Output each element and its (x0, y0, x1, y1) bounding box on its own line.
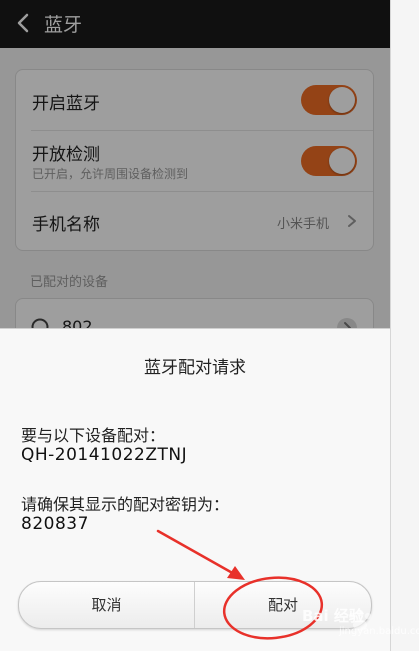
watermark-url: jingyan.baidu.com (339, 626, 419, 637)
annotation-layer (156, 529, 324, 640)
red-arrow-annotation (156, 529, 245, 580)
watermark-brand: Bai 经验 (302, 607, 364, 625)
